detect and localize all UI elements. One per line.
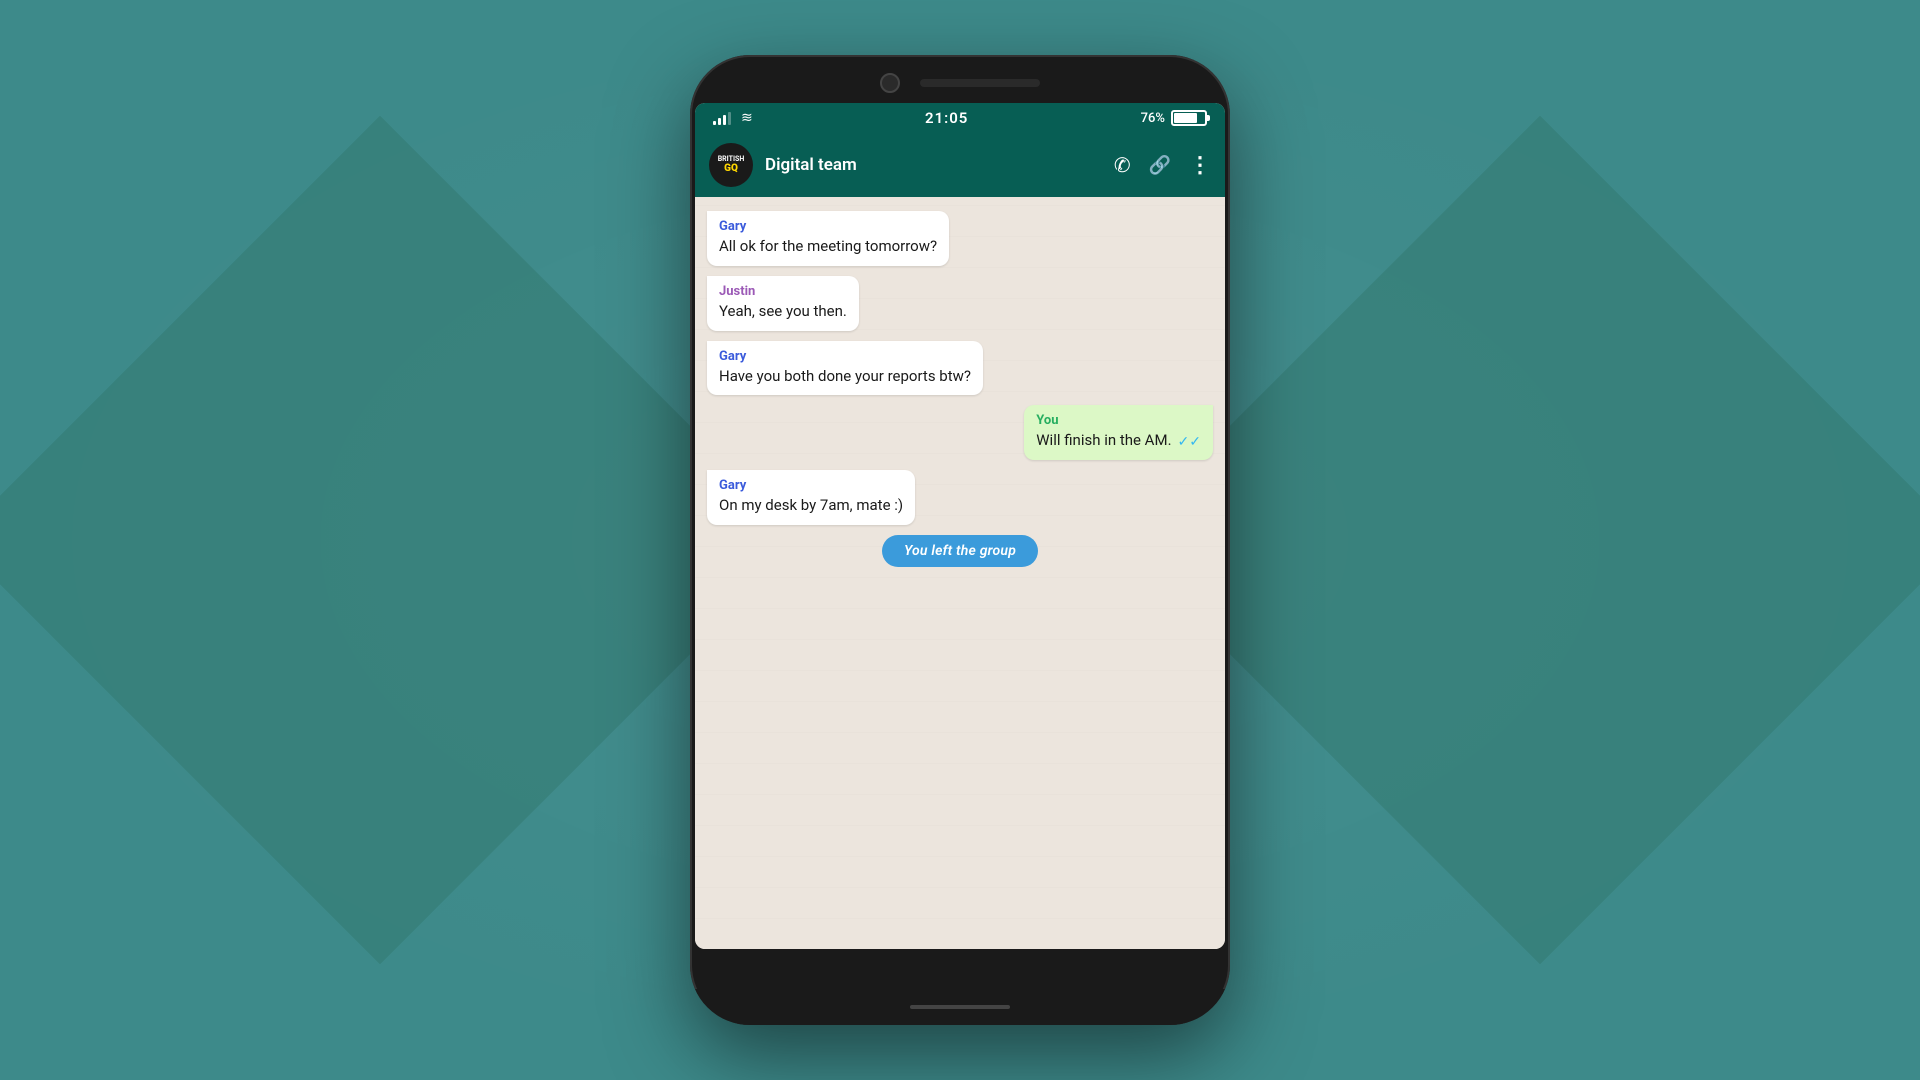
home-indicator — [910, 1005, 1010, 1009]
bubble-you-1: You Will finish in the AM. ✓✓ — [1024, 405, 1213, 460]
more-options-icon[interactable]: ⋮ — [1189, 153, 1211, 178]
status-left: ≋ — [713, 110, 753, 126]
battery-fill — [1174, 113, 1197, 123]
message-gary-2: Gary Have you both done your reports btw… — [707, 341, 983, 396]
speaker-grille — [920, 79, 1040, 87]
camera-lens — [880, 73, 900, 93]
brand-label-gq: GQ — [724, 164, 738, 174]
wifi-icon: ≋ — [741, 110, 753, 126]
sender-gary-1: Gary — [719, 219, 937, 234]
phone-top-bar — [690, 55, 1230, 103]
bubble-gary-1: Gary All ok for the meeting tomorrow? — [707, 211, 949, 266]
battery-percent: 76% — [1141, 111, 1165, 126]
bubble-gary-3: Gary On my desk by 7am, mate :) — [707, 470, 915, 525]
signal-bar-3 — [723, 115, 726, 125]
message-text-gary-1: All ok for the meeting tomorrow? — [719, 236, 937, 258]
message-text-gary-3: On my desk by 7am, mate :) — [719, 495, 903, 517]
phone-screen: ≋ 21:05 76% BRITISH GQ Digital team ✆ � — [695, 103, 1225, 949]
call-icon[interactable]: ✆ — [1114, 153, 1131, 177]
system-message-left-group: You left the group — [882, 535, 1038, 567]
bubble-justin-1: Justin Yeah, see you then. — [707, 276, 859, 331]
phone-bottom — [690, 989, 1230, 1025]
status-right: 76% — [1141, 110, 1207, 126]
status-time: 21:05 — [925, 109, 968, 127]
signal-bar-2 — [718, 118, 721, 125]
sender-gary-3: Gary — [719, 478, 903, 493]
message-you-1: You Will finish in the AM. ✓✓ — [1024, 405, 1213, 460]
signal-bar-4 — [728, 112, 731, 125]
sender-gary-2: Gary — [719, 349, 971, 364]
battery-icon — [1171, 110, 1207, 126]
header-icons: ✆ 🔗 ⋮ — [1114, 153, 1211, 178]
group-avatar: BRITISH GQ — [709, 143, 753, 187]
chat-area: Gary All ok for the meeting tomorrow? Ju… — [695, 197, 1225, 949]
message-gary-1: Gary All ok for the meeting tomorrow? — [707, 211, 949, 266]
group-name: Digital team — [765, 155, 1102, 175]
chat-header[interactable]: BRITISH GQ Digital team ✆ 🔗 ⋮ — [695, 133, 1225, 197]
sender-you-1: You — [1036, 413, 1201, 428]
message-text-gary-2: Have you both done your reports btw? — [719, 366, 971, 388]
video-call-icon[interactable]: 🔗 — [1149, 155, 1171, 176]
read-receipt-icon: ✓✓ — [1178, 432, 1201, 452]
phone-frame: ≋ 21:05 76% BRITISH GQ Digital team ✆ � — [690, 55, 1230, 1025]
message-justin-1: Justin Yeah, see you then. — [707, 276, 859, 331]
message-text-you-1: Will finish in the AM. ✓✓ — [1036, 430, 1201, 452]
signal-bars — [713, 111, 731, 125]
signal-bar-1 — [713, 121, 716, 125]
bubble-gary-2: Gary Have you both done your reports btw… — [707, 341, 983, 396]
message-gary-3: Gary On my desk by 7am, mate :) — [707, 470, 915, 525]
status-bar: ≋ 21:05 76% — [695, 103, 1225, 133]
message-text-justin-1: Yeah, see you then. — [719, 301, 847, 323]
sender-justin-1: Justin — [719, 284, 847, 299]
